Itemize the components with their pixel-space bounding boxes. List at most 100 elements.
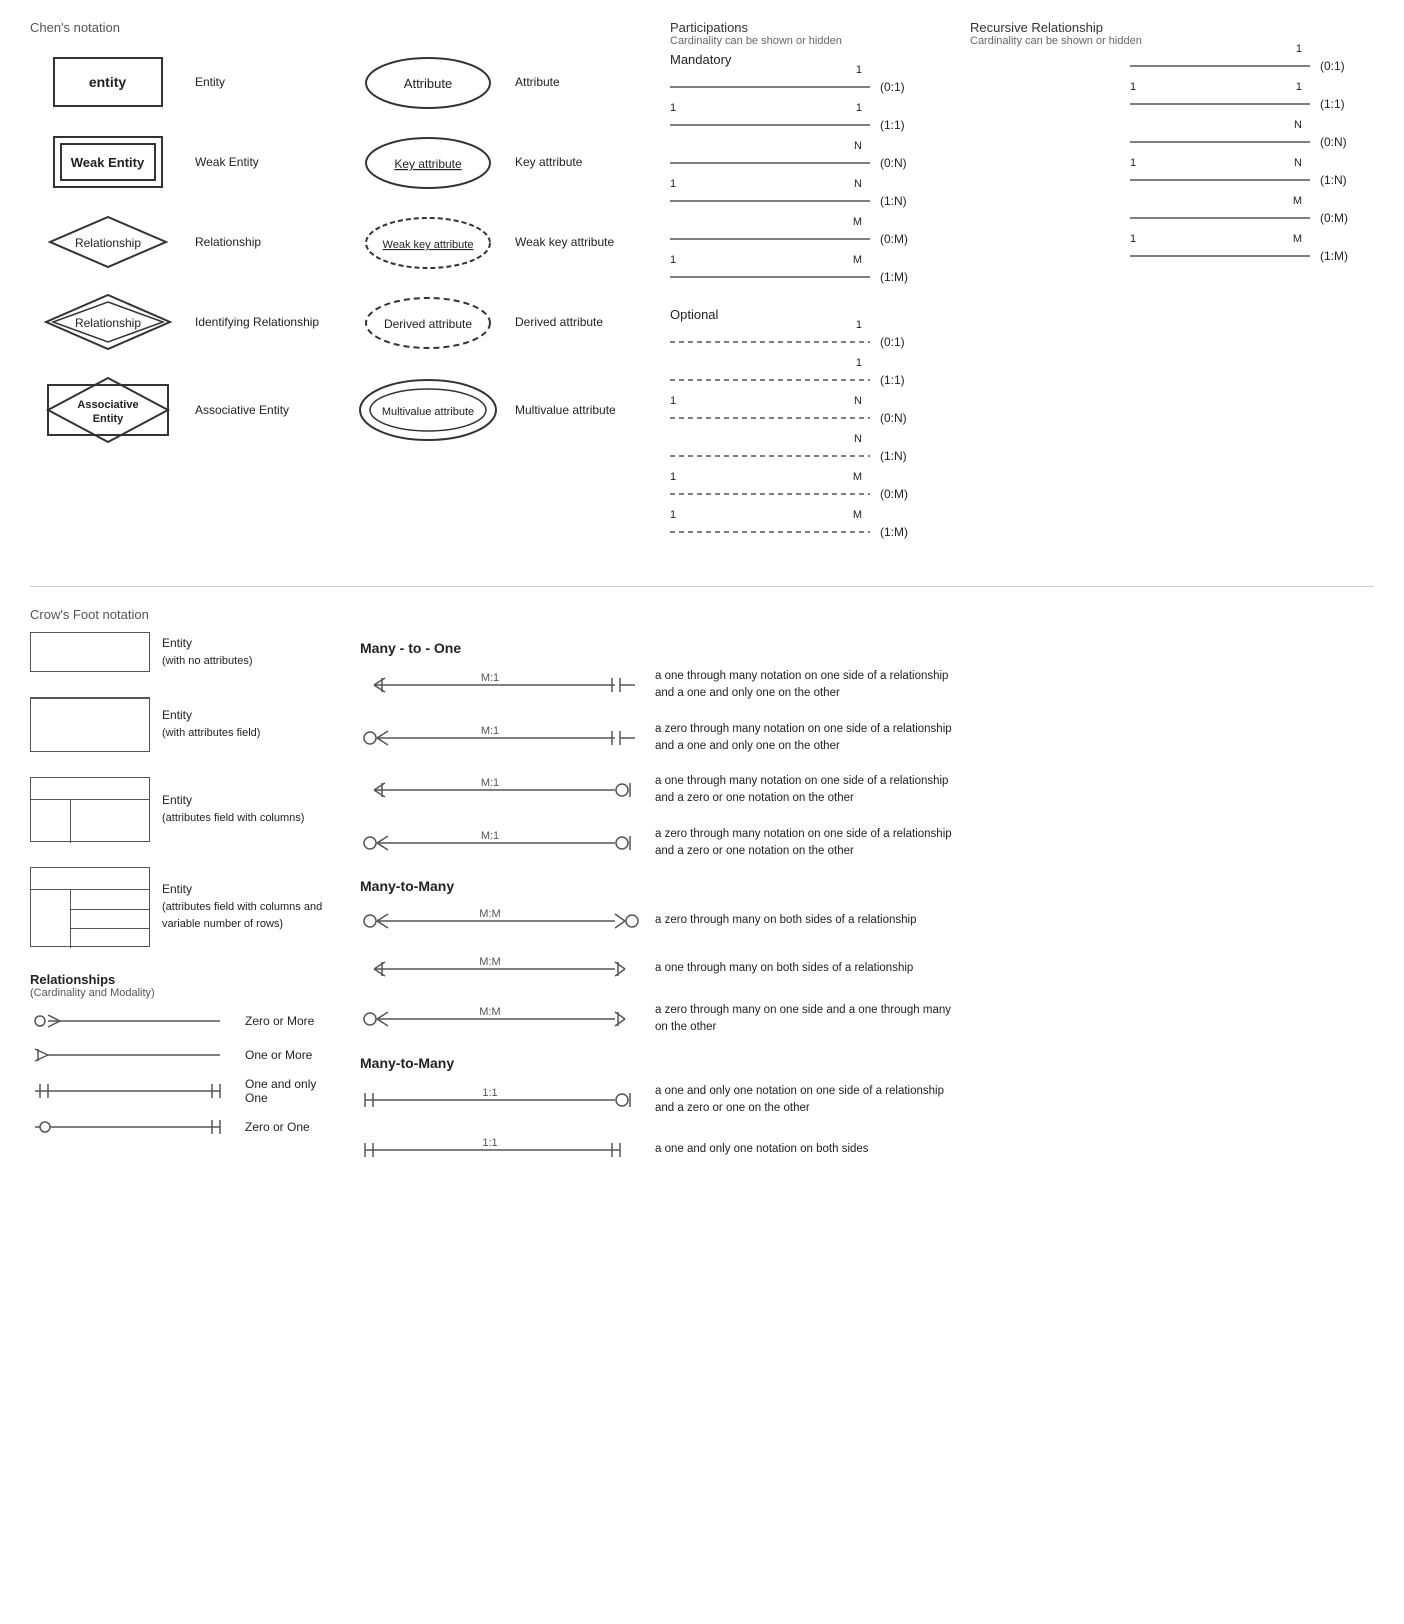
participations-title-col: Participations Cardinality can be shown … [670,20,910,47]
p-line-svg-5 [670,267,870,287]
svg-text:Weak key attribute: Weak key attribute [382,239,473,251]
p-card-3: (1:N) [880,194,930,208]
participation-optional-row-1: 1 (1:1) [670,366,1090,394]
p-opt-svg-5 [670,522,870,542]
many-to-many-title: Many-to-Many [360,878,1374,894]
m2one-svg-0: M:1 [360,670,640,700]
p-right-2: N [854,140,862,152]
m2many-row-2: M:M a zero through many on one side and … [360,1002,1374,1037]
weak-entity-box-outer: Weak Entity [53,136,163,188]
cf-entity-with-cols-line2: (attributes field with columns) [162,812,304,824]
p-card-5: (1:M) [880,270,930,284]
m2one-svg-3: M:1 [360,828,640,858]
rel-one-only-label: One and onlyOne [230,1077,316,1105]
attribute-description: Attribute [505,75,670,89]
weak-key-attribute-description: Weak key attribute [505,235,670,249]
rel-one-only: One and onlyOne [30,1077,340,1105]
crows-title: Crow's Foot notation [30,607,1374,622]
relationships-sub: (Cardinality and Modality) [30,987,340,999]
svg-text:M:M: M:M [479,908,500,920]
recursive-row-1: 1 1 (1:1) [1110,90,1390,118]
recursive-column: 1 (0:1) 1 1 (1:1) N (0:N) [1090,52,1390,556]
r-card-4: (0:M) [1320,211,1370,225]
p-left-3: 1 [670,178,676,190]
cf-entity-4-row-3 [71,929,149,948]
r-left-1: 1 [1130,81,1136,93]
participation-optional-row-2: 1 N (0:N) [670,404,1090,432]
p-left-5: 1 [670,254,676,266]
r-left-3: 1 [1130,157,1136,169]
p-opt-right-2: N [854,395,862,407]
derived-attribute-svg: Derived attribute [363,295,493,350]
chen-weak-entity-row: Weak Entity Weak Entity [30,132,350,192]
m2one-svg-1: M:1 [360,723,640,753]
crows-main: Entity (with no attributes) Entity (with… [30,632,1374,1183]
entity-label-text: entity [89,74,126,90]
o2one-svg-0: 1:1 [360,1085,640,1115]
r-card-3: (1:N) [1320,173,1370,187]
cf-entity-with-rows-row: Entity (attributes field with columns an… [30,867,340,947]
participation-optional-row-0: 1 (0:1) [670,328,1090,356]
recursive-row-0: 1 (0:1) [1110,52,1390,80]
cf-entity-with-attr-label: Entity (with attributes field) [150,707,260,741]
cf-entity-with-attr-inner [31,698,149,733]
p-right-0: 1 [856,64,862,76]
cf-entity-3-body [31,800,149,843]
cf-entity-no-attr-label: Entity (with no attributes) [150,635,252,669]
p-line-svg-2 [670,153,870,173]
recursive-row-3: 1 N (1:N) [1110,166,1390,194]
one-to-one-title: Many-to-Many [360,1055,1374,1071]
m2one-desc-0: a one through many notation on one side … [640,668,1374,703]
svg-text:M:1: M:1 [481,777,499,789]
svg-text:Derived attribute: Derived attribute [383,317,471,331]
crows-section: Crow's Foot notation Entity (with no att… [30,586,1374,1183]
relationships-title: Relationships [30,972,340,987]
p-card-2: (0:N) [880,156,930,170]
rel-one-more-label: One or More [230,1048,312,1062]
rel-zero-or-more: Zero or More [30,1009,340,1033]
recursive-row-5: 1 M (1:M) [1110,242,1390,270]
m2one-row-2: M:1 a one through many notation on one s… [360,773,1374,808]
o2one-desc-0: a one and only one notation on one side … [640,1083,1374,1118]
p-opt-line-1: 1 [670,370,870,390]
weak-key-attribute-shape: Weak key attribute [350,215,505,270]
weak-entity-text: Weak Entity [71,155,144,170]
derived-attribute-row: Derived attribute Derived attribute [350,292,670,352]
cf-entity-with-attr-box [30,697,150,752]
o2one-svg-1: 1:1 [360,1135,640,1165]
entity-box: entity [53,57,163,107]
r-card-0: (0:1) [1320,59,1370,73]
r-line-1: 1 1 [1110,94,1310,114]
participation-mandatory-row-5: 1 M (1:M) [670,263,1090,291]
svg-text:M:1: M:1 [481,672,499,684]
derived-attribute-shape: Derived attribute [350,295,505,350]
r-left-5: 1 [1130,233,1136,245]
participations-subtitle: Cardinality can be shown or hidden [670,35,910,47]
cf-entity-no-attr-row: Entity (with no attributes) [30,632,340,672]
cf-entity-4-body [31,890,149,948]
associative-description: Associative Entity [185,403,350,417]
p-line-svg-3 [670,191,870,211]
o2one-row-1: 1:1 a one and only one notation on both … [360,1135,1374,1165]
r-card-2: (0:N) [1320,135,1370,149]
associative-shape: Associative Entity [30,375,185,445]
cf-entity-with-attr-line1: Entity [162,708,192,722]
p-opt-line-0: 1 [670,332,870,352]
p-opt-svg-2 [670,408,870,428]
svg-text:Key attribute: Key attribute [394,157,462,171]
multivalue-attribute-row: Multivalue attribute Multivalue attribut… [350,372,670,447]
r-right-1: 1 [1296,81,1302,93]
p-right-3: N [854,178,862,190]
rel-one-only-svg [30,1079,230,1103]
weak-entity-inner-border: Weak Entity [60,143,156,181]
chen-relationship-row: Relationship Relationship [30,212,350,272]
r-right-0: 1 [1296,43,1302,55]
r-card-5: (1:M) [1320,249,1370,263]
p-line-3: 1 N [670,191,870,211]
r-svg-0 [1110,56,1310,76]
chen-attributes-column: Attribute Attribute Key attribute Key at… [350,52,670,556]
crows-left: Entity (with no attributes) Entity (with… [30,632,340,1183]
m2many-row-1: M:M a one through many on both sides of … [360,954,1374,984]
p-opt-right-5: M [853,509,862,521]
many-to-one-title: Many - to - One [360,640,1374,656]
